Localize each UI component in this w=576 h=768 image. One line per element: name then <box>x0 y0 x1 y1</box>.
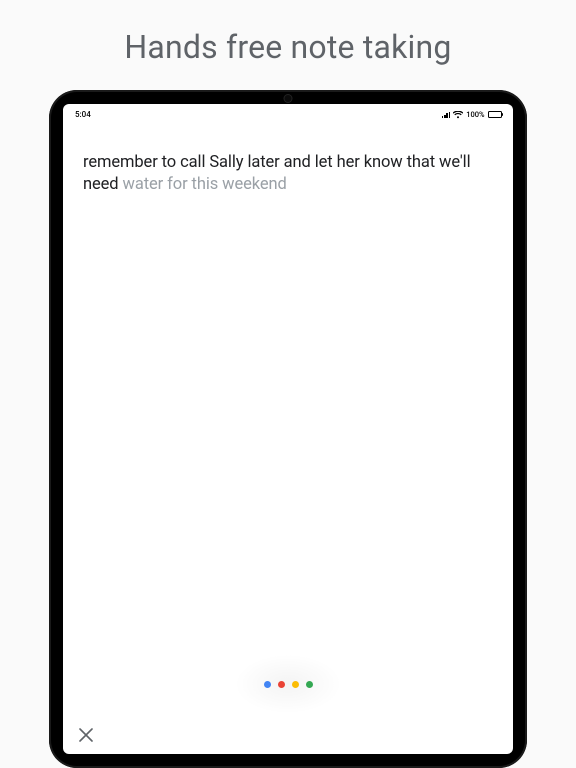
cell-signal-icon <box>442 111 450 118</box>
tablet-frame: 5:04 100% remember to call Sally later a… <box>49 90 527 768</box>
assistant-dot-green-icon <box>306 681 313 688</box>
close-icon <box>79 728 93 742</box>
assistant-dot-blue-icon <box>264 681 271 688</box>
assistant-dot-yellow-icon <box>292 681 299 688</box>
status-time: 5:04 <box>75 110 91 119</box>
battery-percent: 100% <box>466 110 484 119</box>
dictation-text: remember to call Sally later and let her… <box>83 152 493 197</box>
status-indicators: 100% <box>442 110 503 119</box>
front-camera-icon <box>285 95 292 102</box>
dictation-pending: water for this weekend <box>123 175 287 194</box>
close-button[interactable] <box>75 724 97 746</box>
wifi-icon <box>453 111 463 119</box>
assistant-dot-red-icon <box>278 681 285 688</box>
voice-input-button[interactable] <box>242 662 334 706</box>
promo-headline: Hands free note taking <box>124 28 451 66</box>
status-bar: 5:04 100% <box>63 104 513 122</box>
battery-icon <box>488 111 504 118</box>
device-screen: 5:04 100% remember to call Sally later a… <box>63 104 513 754</box>
bottom-toolbar <box>63 716 513 754</box>
